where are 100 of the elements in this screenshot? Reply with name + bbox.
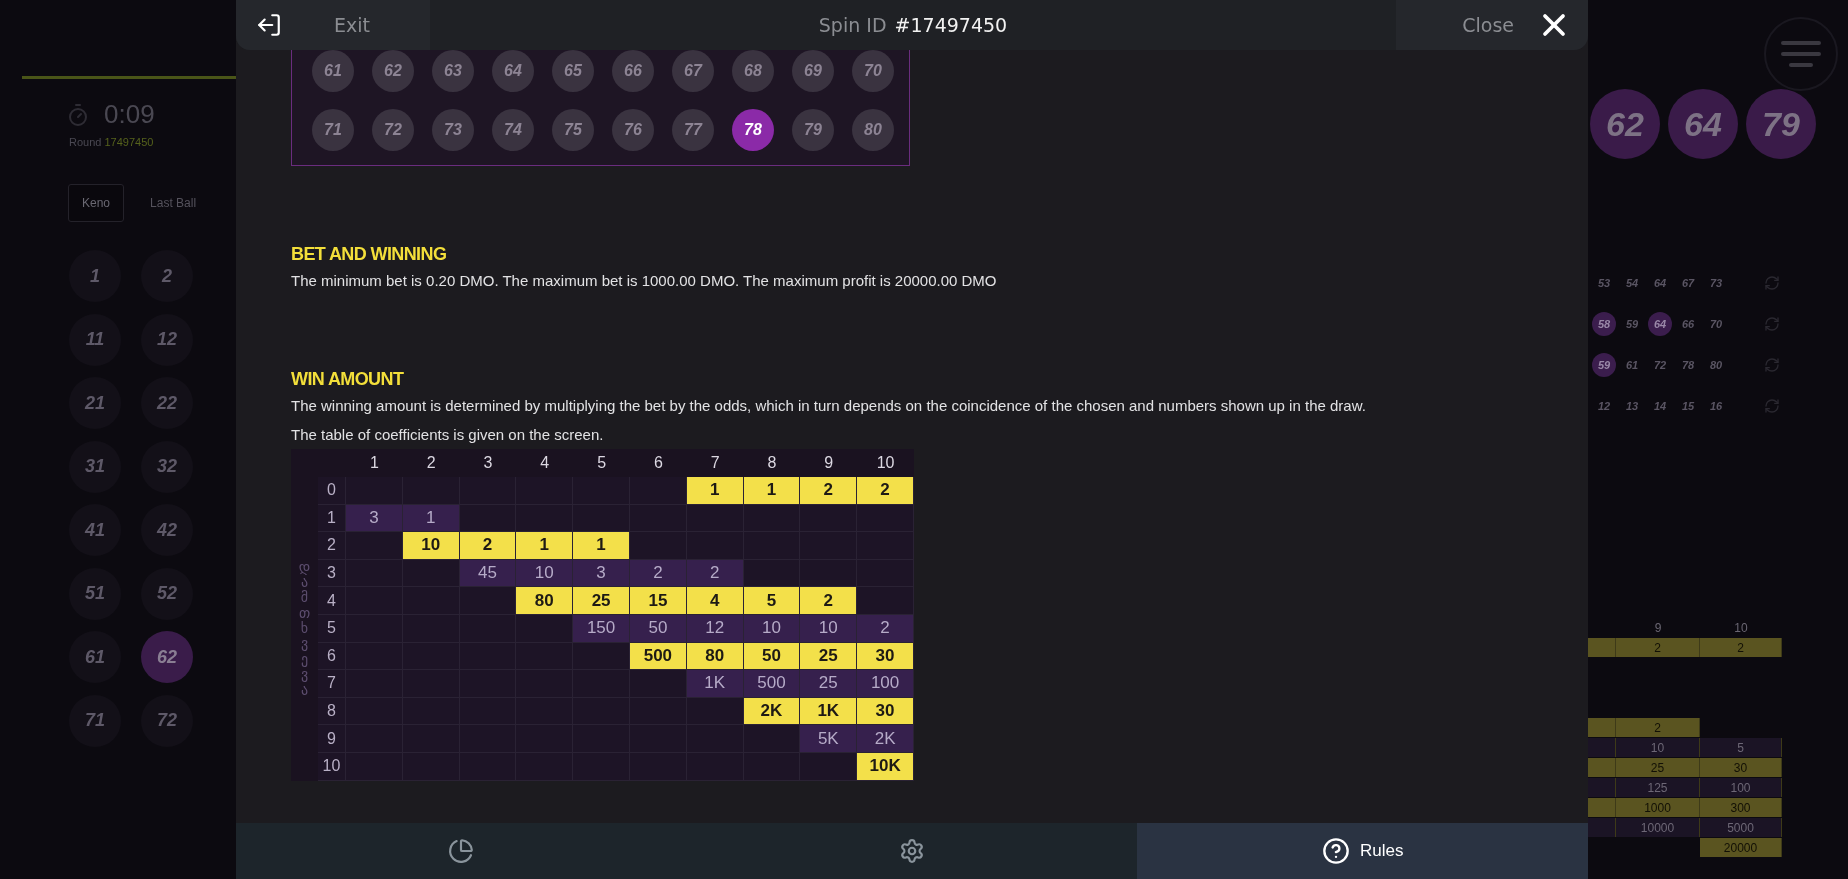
payout-cell: 1000 bbox=[1616, 798, 1700, 817]
number-ball: 63 bbox=[432, 50, 474, 92]
ticket-number: 64 bbox=[1648, 312, 1672, 336]
payout-cell bbox=[1588, 798, 1616, 817]
refresh-icon[interactable] bbox=[1764, 357, 1780, 373]
payout-cell: 10 bbox=[516, 559, 574, 588]
close-button[interactable]: Close bbox=[1396, 0, 1588, 50]
payout-cell: 30 bbox=[857, 642, 914, 671]
row-header: 0 bbox=[318, 477, 346, 505]
rules-tab[interactable]: Rules bbox=[1137, 823, 1588, 879]
row-header: 3 bbox=[318, 559, 346, 588]
payout-cell: 1 bbox=[743, 477, 801, 505]
number-ball[interactable]: 52 bbox=[141, 567, 193, 620]
ticket-number: 53 bbox=[1596, 276, 1612, 291]
drawn-ball: 79 bbox=[1746, 89, 1816, 159]
number-ball[interactable]: 21 bbox=[69, 377, 121, 429]
row-header: 9 bbox=[318, 725, 346, 753]
spin-id-label: Spin ID bbox=[818, 14, 887, 36]
row-header: 6 bbox=[318, 642, 346, 671]
refresh-icon[interactable] bbox=[1764, 398, 1780, 414]
ticket-number: 54 bbox=[1624, 276, 1640, 291]
row-header: 5 bbox=[318, 614, 346, 643]
ticket-number: 66 bbox=[1680, 317, 1696, 332]
payout-cell: 150 bbox=[573, 614, 630, 643]
drawn-ball: 64 bbox=[1668, 89, 1738, 159]
payout-cell: 4 bbox=[686, 587, 744, 615]
drawn-ball: 62 bbox=[1590, 89, 1660, 159]
timer-icon bbox=[66, 102, 90, 127]
refresh-icon[interactable] bbox=[1764, 275, 1780, 291]
payout-cell: 25 bbox=[800, 642, 858, 671]
number-ball[interactable]: 32 bbox=[141, 440, 193, 493]
round-number: 17497450 bbox=[104, 136, 154, 148]
number-ball[interactable]: 2 bbox=[141, 250, 193, 302]
ticket-number: 15 bbox=[1680, 399, 1696, 414]
payout-cell: 10 bbox=[800, 614, 858, 643]
payout-cell: 2 bbox=[1616, 718, 1700, 737]
refresh-icon[interactable] bbox=[1764, 316, 1780, 332]
number-ball[interactable]: 1 bbox=[69, 250, 121, 302]
ticket-number: 61 bbox=[1624, 358, 1640, 373]
menu-icon bbox=[1781, 39, 1821, 69]
game-tab[interactable]: Keno bbox=[68, 184, 125, 222]
payout-cell: 500 bbox=[743, 670, 801, 698]
exit-button[interactable]: Exit bbox=[236, 0, 430, 50]
number-ball: 75 bbox=[552, 109, 594, 151]
number-ball[interactable]: 62 bbox=[141, 631, 193, 683]
payout-cell: 15 bbox=[630, 587, 687, 615]
column-header: 9 bbox=[1653, 620, 1663, 637]
row-header: 8 bbox=[318, 697, 346, 726]
number-ball[interactable]: 61 bbox=[69, 631, 121, 683]
payout-cell: 5000 bbox=[1700, 818, 1782, 837]
number-ball: 76 bbox=[612, 109, 654, 151]
number-ball[interactable]: 11 bbox=[69, 313, 121, 366]
number-ball[interactable]: 31 bbox=[69, 440, 121, 493]
round-label: Round bbox=[69, 136, 102, 148]
payout-cell bbox=[1588, 758, 1616, 777]
row-header: 4 bbox=[318, 587, 346, 615]
payout-cell: 100 bbox=[857, 670, 914, 698]
game-tab[interactable]: Last Ball bbox=[136, 184, 211, 222]
payout-cell: 2 bbox=[857, 614, 914, 643]
number-ball[interactable]: 12 bbox=[141, 313, 193, 366]
ticket-number: 14 bbox=[1652, 399, 1668, 414]
ticket-number: 72 bbox=[1652, 358, 1668, 373]
payout-cell: 5K bbox=[800, 725, 858, 753]
payout-cell: 10K bbox=[857, 752, 914, 781]
number-ball: 80 bbox=[852, 109, 894, 151]
section-heading: BET AND WINNING bbox=[291, 244, 448, 265]
payout-cell: 10 bbox=[1616, 738, 1700, 757]
ticket-number: 67 bbox=[1680, 276, 1696, 291]
payout-cell: 300 bbox=[1700, 798, 1782, 817]
row-header: 2 bbox=[318, 532, 346, 560]
payout-cell: 100 bbox=[1700, 778, 1782, 797]
axis-label: დამთხვევა bbox=[297, 559, 312, 698]
payout-cell: 1 bbox=[516, 532, 574, 560]
payout-cell: 2K bbox=[857, 725, 914, 753]
payout-cell: 1 bbox=[573, 532, 630, 560]
number-ball: 74 bbox=[492, 109, 534, 151]
payout-cell: 3 bbox=[573, 559, 630, 588]
number-ball: 61 bbox=[312, 50, 354, 92]
number-ball[interactable]: 71 bbox=[69, 694, 121, 747]
payout-cell: 3 bbox=[346, 504, 403, 533]
number-ball[interactable]: 22 bbox=[141, 377, 193, 429]
number-ball: 71 bbox=[312, 109, 354, 151]
number-ball[interactable]: 41 bbox=[69, 504, 121, 556]
pie-chart-icon bbox=[448, 838, 475, 864]
number-ball[interactable]: 51 bbox=[69, 567, 121, 620]
payout-cell: 25 bbox=[1616, 758, 1700, 777]
ticket-number: 16 bbox=[1708, 399, 1724, 414]
payout-cell: 25 bbox=[573, 587, 630, 615]
number-ball[interactable]: 42 bbox=[141, 504, 193, 556]
payout-cell: 10000 bbox=[1616, 818, 1700, 837]
number-ball: 67 bbox=[672, 50, 714, 92]
payout-cell: 1 bbox=[686, 477, 744, 505]
payout-cell: 2 bbox=[857, 477, 914, 505]
number-ball[interactable]: 72 bbox=[141, 694, 193, 747]
menu-button[interactable] bbox=[1764, 17, 1838, 91]
row-header: 1 bbox=[318, 504, 346, 533]
number-ball: 77 bbox=[672, 109, 714, 151]
ticket-number: 59 bbox=[1624, 317, 1640, 332]
payout-cell: 30 bbox=[1700, 758, 1782, 777]
ticket-number: 13 bbox=[1624, 399, 1640, 414]
